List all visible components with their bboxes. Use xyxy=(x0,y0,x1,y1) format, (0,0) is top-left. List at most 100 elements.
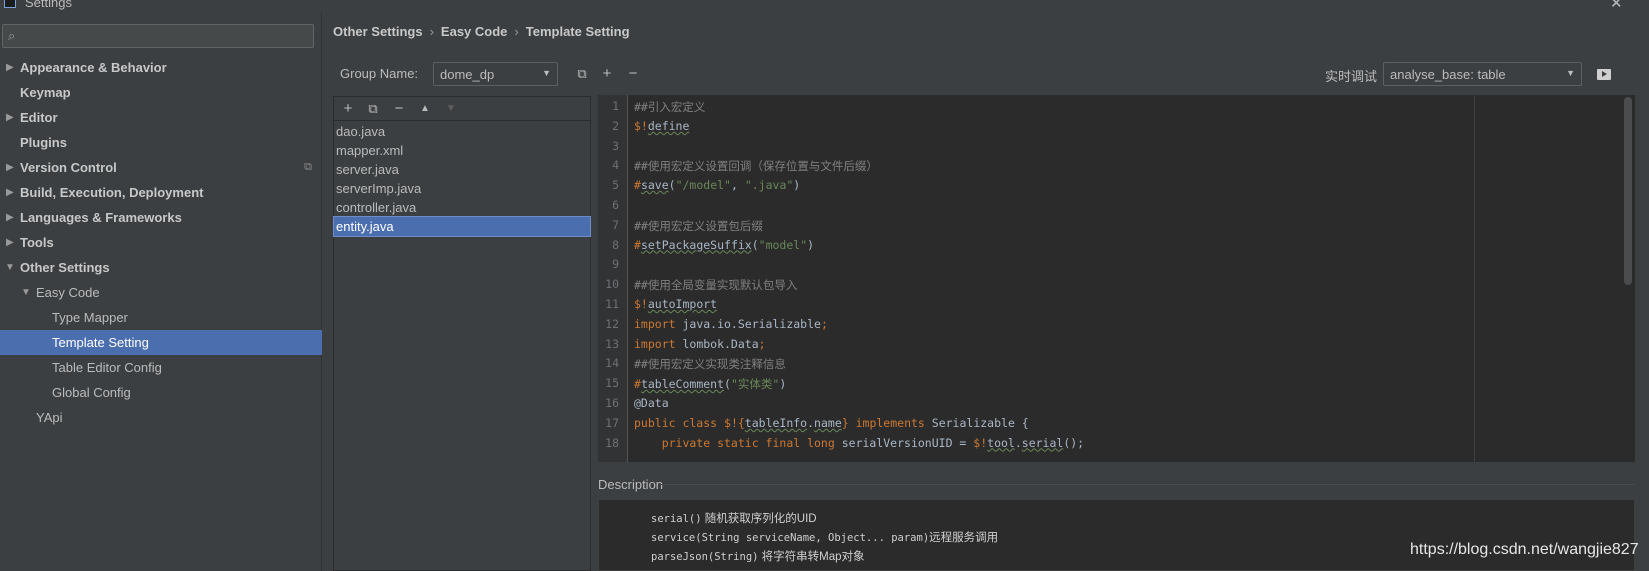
description-text: 随机获取序列化的UID xyxy=(701,513,817,525)
code-token: ) xyxy=(793,178,801,193)
sidebar-item-editor[interactable]: ▶ Editor xyxy=(0,105,322,130)
add-file-icon[interactable]: + xyxy=(339,99,357,119)
sidebar-item-label: Type Mapper xyxy=(52,310,128,325)
code-token: autoImport xyxy=(647,297,718,311)
breadcrumb-separator: › xyxy=(429,24,434,39)
group-name-label: Group Name: xyxy=(340,66,419,81)
search-icon: ⌕ xyxy=(8,28,16,43)
expand-arrow-icon[interactable]: ▶ xyxy=(6,105,14,130)
chevron-down-icon: ▼ xyxy=(1566,68,1575,78)
description-line: parseJson(String) 将字符串转Map对象 xyxy=(651,548,865,564)
code-token: $!{ xyxy=(724,415,745,430)
code-token: "/model" xyxy=(675,178,731,193)
sidebar-item-languages-frameworks[interactable]: ▶ Languages & Frameworks xyxy=(0,205,322,230)
expand-arrow-icon[interactable]: ▶ xyxy=(6,180,14,205)
sidebar-item-label: Keymap xyxy=(20,85,71,100)
collapse-arrow-icon[interactable]: ▼ xyxy=(21,280,31,305)
sidebar-item-tools[interactable]: ▶ Tools xyxy=(0,230,322,255)
sidebar-item-keymap[interactable]: Keymap xyxy=(0,80,322,105)
list-item-selected[interactable]: entity.java xyxy=(333,216,591,237)
expand-arrow-icon[interactable]: ▶ xyxy=(6,155,14,180)
code-token: public class xyxy=(634,415,725,430)
sidebar-item-label: Appearance & Behavior xyxy=(20,60,167,75)
code-line: public class $!{tableInfo.name} implemen… xyxy=(634,416,1029,436)
sidebar-item-yapi[interactable]: YApi xyxy=(0,405,322,430)
list-item[interactable]: serverImp.java xyxy=(334,179,590,198)
code-token: ##引入宏定义 xyxy=(634,100,706,114)
template-code-editor[interactable]: 1 2 3 4 5 6 7 8 9 10 11 12 13 14 15 16 17 18 ##引入宏定义 $!def… xyxy=(598,95,1635,462)
sidebar-item-label: Other Settings xyxy=(20,260,110,275)
remove-group-icon[interactable]: − xyxy=(624,62,642,86)
code-token: ; xyxy=(758,336,766,351)
line-number: 8 xyxy=(612,237,619,252)
settings-search-field[interactable]: ⌕ xyxy=(2,24,314,48)
run-icon[interactable] xyxy=(1597,69,1611,80)
sidebar-item-plugins[interactable]: Plugins xyxy=(0,130,322,155)
code-line: $!define xyxy=(634,119,689,139)
code-token: ) xyxy=(779,377,787,392)
remove-file-icon[interactable]: − xyxy=(390,99,408,119)
sidebar-item-build-execution-deployment[interactable]: ▶ Build, Execution, Deployment xyxy=(0,180,322,205)
code-token: # xyxy=(634,237,641,252)
code-token: import xyxy=(634,316,676,331)
group-name-select[interactable]: dome_dp ▼ xyxy=(433,62,558,86)
sidebar-item-label: Table Editor Config xyxy=(52,360,162,375)
sidebar-item-global-config[interactable]: Global Config xyxy=(0,380,322,405)
description-text: 远程服务调用 xyxy=(929,532,999,544)
list-item[interactable]: controller.java xyxy=(334,198,590,217)
live-debug-select[interactable]: analyse_base: table ▼ xyxy=(1383,62,1582,86)
collapse-arrow-icon[interactable]: ▼ xyxy=(5,255,15,280)
sidebar-item-label: Template Setting xyxy=(52,335,149,350)
code-token: private static final long xyxy=(634,435,842,450)
copy-group-icon[interactable]: ⧉ xyxy=(573,62,591,86)
code-token: "model" xyxy=(758,237,808,252)
code-line: @Data xyxy=(634,396,669,416)
file-list: dao.java mapper.xml server.java serverIm… xyxy=(333,122,591,237)
title-bar: Settings ✕ xyxy=(0,0,1649,12)
description-code: serial() xyxy=(651,513,702,525)
code-line: ##使用宏定义设置回调（保存位置与文件后缀） xyxy=(634,158,878,178)
code-token: $! xyxy=(973,435,988,450)
vertical-scrollbar[interactable] xyxy=(1624,97,1632,285)
sidebar-item-appearance-behavior[interactable]: ▶ Appearance & Behavior xyxy=(0,55,322,80)
template-file-panel: + ⧉ − ▲ ▼ dao.java mapper.xml server.jav… xyxy=(333,96,591,571)
sidebar-item-type-mapper[interactable]: Type Mapper xyxy=(0,305,322,330)
sidebar-item-easy-code[interactable]: ▼ Easy Code xyxy=(0,280,322,305)
copy-file-icon[interactable]: ⧉ xyxy=(364,99,382,119)
breadcrumb-item: Template Setting xyxy=(525,24,630,39)
code-line: $!autoImport xyxy=(634,297,717,317)
breadcrumb-separator: › xyxy=(514,24,519,39)
code-token: ##使用宏定义实现类注释信息 xyxy=(634,357,786,372)
list-item[interactable]: server.java xyxy=(334,160,590,179)
window-title: Settings xyxy=(25,0,72,10)
code-token: import xyxy=(634,336,676,351)
expand-arrow-icon[interactable]: ▶ xyxy=(6,230,14,255)
breadcrumb-item: Easy Code xyxy=(440,24,508,39)
move-up-icon[interactable]: ▲ xyxy=(416,99,434,119)
sidebar-item-label: Languages & Frameworks xyxy=(20,210,182,225)
list-item[interactable]: mapper.xml xyxy=(334,141,590,160)
expand-arrow-icon[interactable]: ▶ xyxy=(6,55,14,80)
code-token: lombok.Data xyxy=(675,336,759,351)
code-line: #setPackageSuffix("model") xyxy=(634,238,814,258)
add-group-icon[interactable]: + xyxy=(598,62,616,86)
code-line: ##使用宏定义实现类注释信息 xyxy=(634,356,786,376)
description-line: serial() 随机获取序列化的UID xyxy=(651,510,817,526)
line-number: 17 xyxy=(605,415,619,430)
code-line: private static final long serialVersionU… xyxy=(634,436,1084,456)
sidebar-item-template-setting[interactable]: Template Setting xyxy=(0,330,322,355)
list-item[interactable]: dao.java xyxy=(334,122,590,141)
sidebar-item-table-editor-config[interactable]: Table Editor Config xyxy=(0,355,322,380)
move-down-icon[interactable]: ▼ xyxy=(442,99,460,119)
line-number: 9 xyxy=(612,257,619,272)
code-token: name xyxy=(814,415,842,430)
settings-search-input[interactable] xyxy=(25,27,310,45)
code-line: #tableComment("实体类") xyxy=(634,376,786,396)
sidebar-item-other-settings[interactable]: ▼ Other Settings xyxy=(0,255,322,280)
code-token: $! xyxy=(634,297,648,311)
line-number: 1 xyxy=(612,99,619,113)
expand-arrow-icon[interactable]: ▶ xyxy=(6,205,14,230)
sidebar-item-version-control[interactable]: ▶ Version Control ⧉ xyxy=(0,155,322,180)
description-panel: serial() 随机获取序列化的UID service(String serv… xyxy=(598,499,1635,571)
close-icon[interactable]: ✕ xyxy=(1610,0,1623,12)
